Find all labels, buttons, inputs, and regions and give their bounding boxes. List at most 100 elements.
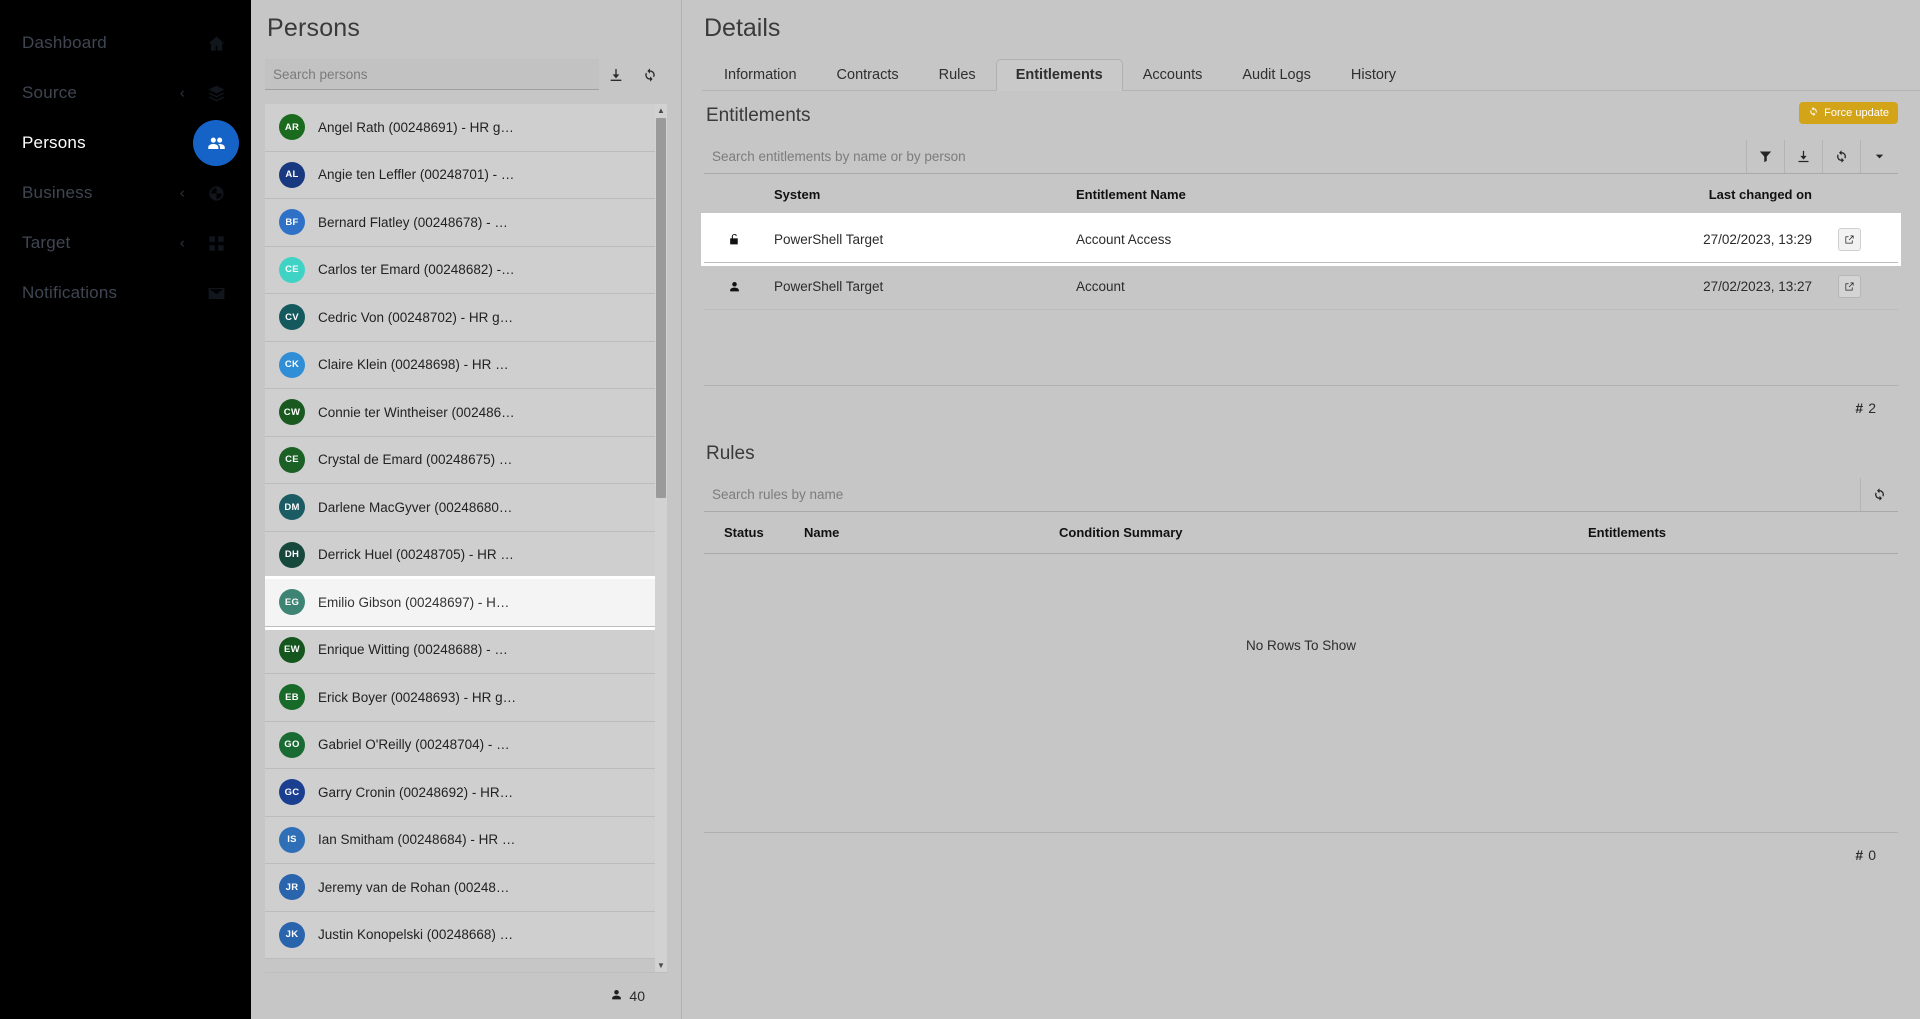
avatar: AR: [279, 114, 305, 141]
chevron-down-icon[interactable]: [1860, 140, 1898, 173]
list-item[interactable]: AR Angel Rath (00248691) - HR g…: [265, 104, 667, 152]
avatar: CE: [279, 256, 305, 283]
rules-toolbar: [704, 478, 1898, 512]
person-name: Angie ten Leffler (00248701) - …: [318, 167, 515, 183]
layers-icon: [193, 70, 239, 116]
sidebar-item-persons[interactable]: Persons: [0, 118, 251, 168]
entitlements-heading: Entitlements: [706, 105, 811, 126]
rules-heading: Rules: [706, 443, 755, 464]
list-item[interactable]: JR Jeremy van de Rohan (00248…: [265, 864, 667, 912]
sidebar-item-dashboard[interactable]: Dashboard: [0, 18, 251, 68]
search-entitlements-input[interactable]: [704, 140, 1746, 173]
persons-list-scrollbar[interactable]: ▲ ▼: [655, 104, 667, 972]
scrollbar-thumb[interactable]: [656, 118, 666, 498]
list-item[interactable]: CE Crystal de Emard (00248675) …: [265, 436, 667, 484]
list-item[interactable]: EW Enrique Witting (00248688) - …: [265, 626, 667, 674]
list-item[interactable]: JK Justin Konopelski (00248668) …: [265, 911, 667, 959]
avatar: CW: [279, 399, 305, 426]
persons-list[interactable]: AR Angel Rath (00248691) - HR g… AL Angie …: [265, 104, 667, 972]
download-icon[interactable]: [599, 59, 633, 90]
avatar: CV: [279, 304, 305, 331]
scroll-up-icon[interactable]: ▲: [655, 104, 667, 117]
tab-entitlements[interactable]: Entitlements: [995, 59, 1123, 91]
person-icon: [704, 280, 764, 293]
refresh-icon[interactable]: [633, 59, 667, 90]
column-header-name: Name: [804, 525, 840, 540]
tab-history[interactable]: History: [1331, 59, 1416, 91]
person-name: Cedric Von (00248702) - HR g…: [318, 309, 514, 325]
avatar: DH: [279, 541, 305, 568]
list-item[interactable]: IS Ian Smitham (00248684) - HR …: [265, 816, 667, 864]
avatar: EG: [279, 589, 305, 616]
list-item[interactable]: GC Garry Cronin (00248692) - HR…: [265, 769, 667, 817]
person-name: Angel Rath (00248691) - HR g…: [318, 119, 514, 135]
hash-icon: #: [1855, 846, 1864, 863]
tab-accounts[interactable]: Accounts: [1123, 59, 1223, 91]
cell-system: PowerShell Target: [774, 231, 884, 247]
refresh-icon[interactable]: [1822, 140, 1860, 173]
table-row[interactable]: PowerShell Target Account 27/02/2023, 13…: [704, 263, 1898, 310]
person-name: Erick Boyer (00248693) - HR g…: [318, 689, 517, 705]
person-name: Derrick Huel (00248705) - HR …: [318, 547, 514, 563]
sidebar-item-source[interactable]: Source ‹: [0, 68, 251, 118]
sidebar-item-business[interactable]: Business ‹: [0, 168, 251, 218]
list-item[interactable]: EB Erick Boyer (00248693) - HR g…: [265, 674, 667, 722]
envelope-icon: [193, 270, 239, 316]
chevron-left-icon: ‹: [179, 84, 185, 102]
force-update-label: Force update: [1824, 107, 1889, 119]
chevron-left-icon: ‹: [179, 184, 185, 202]
grid-icon: [193, 220, 239, 266]
external-link-icon[interactable]: [1838, 227, 1861, 251]
person-name: Crystal de Emard (00248675) …: [318, 452, 513, 468]
force-update-button[interactable]: Force update: [1799, 102, 1898, 124]
details-title: Details: [704, 14, 781, 42]
avatar: JK: [279, 921, 305, 948]
search-rules-input[interactable]: [704, 478, 1860, 511]
list-item[interactable]: CK Claire Klein (00248698) - HR …: [265, 341, 667, 389]
person-icon: [610, 988, 623, 1004]
avatar: AL: [279, 161, 305, 188]
refresh-icon[interactable]: [1860, 478, 1898, 511]
scroll-down-icon[interactable]: ▼: [655, 959, 667, 972]
person-name: Connie ter Wintheiser (002486…: [318, 404, 515, 420]
persons-count: 40: [629, 988, 645, 1004]
filter-icon[interactable]: [1746, 140, 1784, 173]
list-item[interactable]: BF Bernard Flatley (00248678) - …: [265, 199, 667, 247]
rules-card: Rules Status Name Condition Summary Enti…: [704, 429, 1898, 876]
list-item[interactable]: CW Connie ter Wintheiser (002486…: [265, 389, 667, 437]
column-header-entitlements: Entitlements: [1588, 525, 1667, 540]
tab-contracts[interactable]: Contracts: [817, 59, 919, 91]
avatar: BF: [279, 209, 305, 236]
empty-state-message: No Rows To Show: [1245, 638, 1357, 653]
sidebar-item-notifications[interactable]: Notifications: [0, 268, 251, 318]
list-item-selected[interactable]: EG Emilio Gibson (00248697) - H…: [265, 576, 667, 630]
list-item[interactable]: AL Angie ten Leffler (00248701) - …: [265, 151, 667, 199]
column-header-system: System: [774, 187, 821, 202]
tab-audit-logs[interactable]: Audit Logs: [1222, 59, 1331, 91]
person-name: Ian Smitham (00248684) - HR …: [318, 832, 516, 848]
tab-information[interactable]: Information: [704, 59, 817, 91]
avatar: GO: [279, 731, 305, 758]
person-name: Darlene MacGyver (00248680…: [318, 499, 513, 515]
list-item[interactable]: GO Gabriel O'Reilly (00248704) - …: [265, 721, 667, 769]
list-item[interactable]: CV Cedric Von (00248702) - HR g…: [265, 294, 667, 342]
search-persons-input[interactable]: [265, 59, 599, 90]
table-row[interactable]: PowerShell Target Account Access 27/02/2…: [704, 216, 1898, 263]
person-name: Enrique Witting (00248688) - …: [318, 642, 508, 658]
external-link-icon[interactable]: [1838, 274, 1861, 298]
avatar: CK: [279, 351, 305, 378]
download-icon[interactable]: [1784, 140, 1822, 173]
refresh-icon: [1808, 106, 1819, 120]
home-icon: [193, 20, 239, 66]
person-name: Carlos ter Emard (00248682) -…: [318, 262, 515, 278]
tab-rules[interactable]: Rules: [919, 59, 996, 91]
sidebar-item-target[interactable]: Target ‹: [0, 218, 251, 268]
hash-icon: #: [1855, 399, 1864, 416]
avatar: EB: [279, 684, 305, 711]
list-item[interactable]: DH Derrick Huel (00248705) - HR …: [265, 531, 667, 579]
person-name: Jeremy van de Rohan (00248…: [318, 879, 510, 895]
list-item[interactable]: DM Darlene MacGyver (00248680…: [265, 484, 667, 532]
avatar: JR: [279, 874, 305, 901]
list-item[interactable]: CE Carlos ter Emard (00248682) -…: [265, 246, 667, 294]
entitlements-grid-body: PowerShell Target Account Access 27/02/2…: [704, 216, 1898, 385]
